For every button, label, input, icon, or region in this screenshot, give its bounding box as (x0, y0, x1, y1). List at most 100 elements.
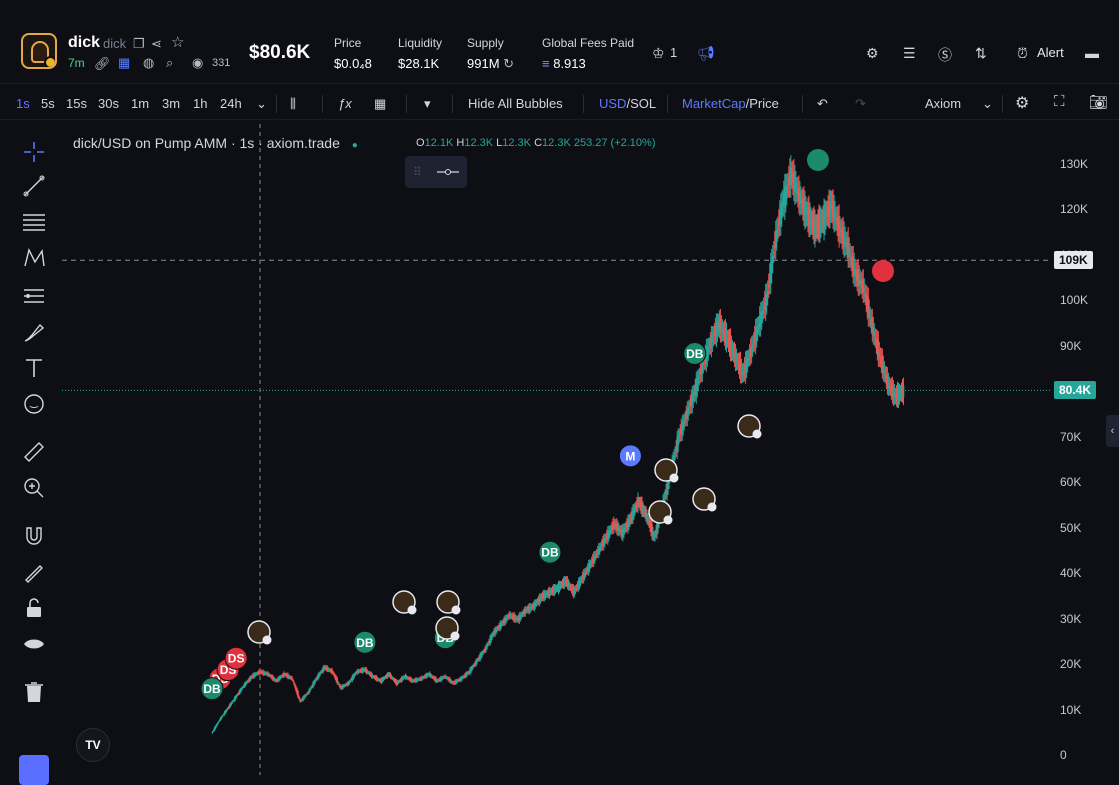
interval-3m[interactable]: 3m (162, 96, 180, 111)
y-tick-label: 120K (1060, 202, 1089, 217)
provider-select[interactable]: Axiom (925, 96, 961, 111)
token-header: dick dick ❐ ⋖ ☆ 7m 🔗︎ ▦ ◍ ⌕ ◉ 331 $80.6K… (0, 0, 1119, 84)
lock-drawing-icon[interactable] (22, 560, 46, 584)
candle-body (902, 385, 905, 398)
price-option[interactable]: /Price (746, 96, 779, 111)
solana-icon: ≡ (542, 56, 550, 71)
open-value: 12.1K (424, 137, 454, 149)
divider (452, 95, 453, 113)
trader-badge-icon (707, 502, 717, 512)
whale-buy-icon (807, 149, 829, 171)
share-icon[interactable]: ⋖ (151, 37, 162, 51)
settings-icon[interactable]: ⚙ (866, 45, 879, 62)
candle-body (211, 731, 214, 734)
chevron-down-icon[interactable]: ⌄ (982, 96, 993, 112)
visibility-icon[interactable] (22, 632, 46, 656)
value-toggle[interactable]: MarketCap/Price (682, 96, 779, 111)
pattern-icon[interactable] (22, 246, 46, 270)
interval-30s[interactable]: 30s (98, 96, 119, 111)
copy-icon[interactable]: ❐ (133, 37, 145, 51)
price-chart[interactable]: DSDSDSDBDBDBDBMDB (62, 124, 1050, 775)
divider (406, 95, 407, 113)
currency-icon[interactable]: Ⓢ (938, 45, 952, 65)
marketcap-option[interactable]: MarketCap (682, 96, 746, 111)
fullscreen-icon[interactable]: ⛶ (1054, 93, 1065, 110)
interval-24h[interactable]: 24h (220, 96, 242, 111)
layout-icon[interactable]: ▦ (374, 96, 386, 112)
swap-icon[interactable]: ⇅ (975, 45, 987, 62)
text-icon[interactable] (22, 356, 46, 380)
globe-icon[interactable]: ◍ (143, 56, 154, 70)
link-icon[interactable]: 🔗︎ (94, 57, 111, 71)
chevron-down-icon[interactable]: ⌄ (256, 96, 267, 112)
trader-badge-icon (451, 605, 461, 615)
panel-icon[interactable]: ▬ (1085, 45, 1099, 61)
crown-icon[interactable]: ♔ (652, 45, 665, 62)
list-icon[interactable]: ☰ (903, 45, 916, 62)
collapse-right-button[interactable]: ‹ (1106, 415, 1119, 447)
interval-15s[interactable]: 15s (66, 96, 87, 111)
candle-body (221, 715, 224, 717)
interval-1h[interactable]: 1h (193, 96, 207, 111)
trade-bubble-label: DB (686, 347, 704, 361)
undo-icon[interactable]: ↶ (817, 96, 828, 112)
emoji-icon[interactable] (22, 392, 46, 416)
current-price-tag: 80.4K (1054, 381, 1097, 400)
search-icon[interactable]: ⌕ (166, 56, 173, 70)
interval-5s[interactable]: 5s (41, 96, 55, 111)
sol-option[interactable]: /SOL (626, 96, 656, 111)
trader-badge-icon (450, 631, 460, 641)
megaphone-icon[interactable]: 📢︎ (697, 45, 715, 62)
indicators-icon[interactable]: ƒx (338, 96, 352, 111)
stat-label: Global Fees Paid (542, 36, 635, 50)
caret-down-icon[interactable]: ▾ (424, 96, 431, 112)
star-icon[interactable]: ☆ (171, 35, 184, 50)
stat-value: $28.1K (398, 56, 440, 71)
open-label: O (416, 137, 425, 149)
stat-label: Liquidity (398, 36, 443, 50)
projection-icon[interactable] (22, 284, 46, 308)
edit-badge-icon[interactable] (44, 56, 55, 67)
fib-lines-icon[interactable] (22, 210, 46, 234)
camera-icon[interactable]: 📷︎ (1089, 93, 1108, 111)
alarm-icon[interactable]: ⏰︎ (1017, 45, 1028, 62)
horizontal-line-icon[interactable]: ⠿ (405, 156, 467, 188)
crosshair-icon[interactable] (22, 140, 46, 164)
drawing-float-toolbar[interactable]: ⠿ (405, 156, 467, 188)
magnet-icon[interactable] (22, 524, 46, 548)
divider (667, 95, 668, 113)
bundle-icon[interactable]: ▦ (118, 56, 130, 70)
y-tick-label: 90K (1060, 338, 1082, 353)
close-value: 12.3K (542, 137, 571, 149)
expand-panel-button[interactable] (19, 755, 49, 785)
usd-option[interactable]: USD (599, 96, 626, 111)
chart-area[interactable]: DSDSDSDBDBDBDBMDB (62, 124, 1050, 775)
tradingview-logo[interactable]: TV (76, 728, 110, 762)
live-dot-icon: ● (351, 140, 358, 151)
token-name: dick (68, 34, 101, 51)
interval-1m[interactable]: 1m (131, 96, 149, 111)
zoom-in-icon[interactable] (22, 476, 46, 500)
stat-price: Price $0.0₄8 (334, 36, 372, 71)
y-tick-label: 20K (1060, 657, 1082, 672)
redo-icon[interactable]: ↷ (855, 96, 866, 112)
candles-icon[interactable]: ⫼ (290, 96, 296, 112)
token-avatar[interactable] (21, 33, 57, 69)
alert-button[interactable]: Alert (1037, 45, 1064, 60)
refresh-icon[interactable]: ↻ (503, 56, 514, 71)
chart-toolbar: 1s 5s 15s 30s 1m 3m 1h 24h ⌄ ⫼ ƒx ▦ ▾ Hi… (0, 88, 1119, 120)
y-axis[interactable]: 130K120K110K100K90K80K70K60K50K40K30K20K… (1050, 124, 1110, 775)
svg-text:⠿: ⠿ (413, 165, 422, 179)
divider (1002, 95, 1003, 113)
ruler-icon[interactable] (22, 440, 46, 464)
interval-1s[interactable]: 1s (16, 96, 30, 111)
hide-bubbles-button[interactable]: Hide All Bubbles (468, 96, 563, 111)
eye-icon: ◉ (192, 55, 204, 70)
currency-toggle[interactable]: USD/SOL (599, 96, 656, 111)
lock-icon[interactable] (22, 596, 46, 620)
brush-icon[interactable] (22, 320, 46, 344)
trash-icon[interactable] (22, 680, 46, 704)
trendline-icon[interactable] (22, 174, 46, 198)
gear-icon[interactable]: ⚙ (1015, 93, 1029, 113)
y-tick-label: 60K (1060, 475, 1082, 490)
